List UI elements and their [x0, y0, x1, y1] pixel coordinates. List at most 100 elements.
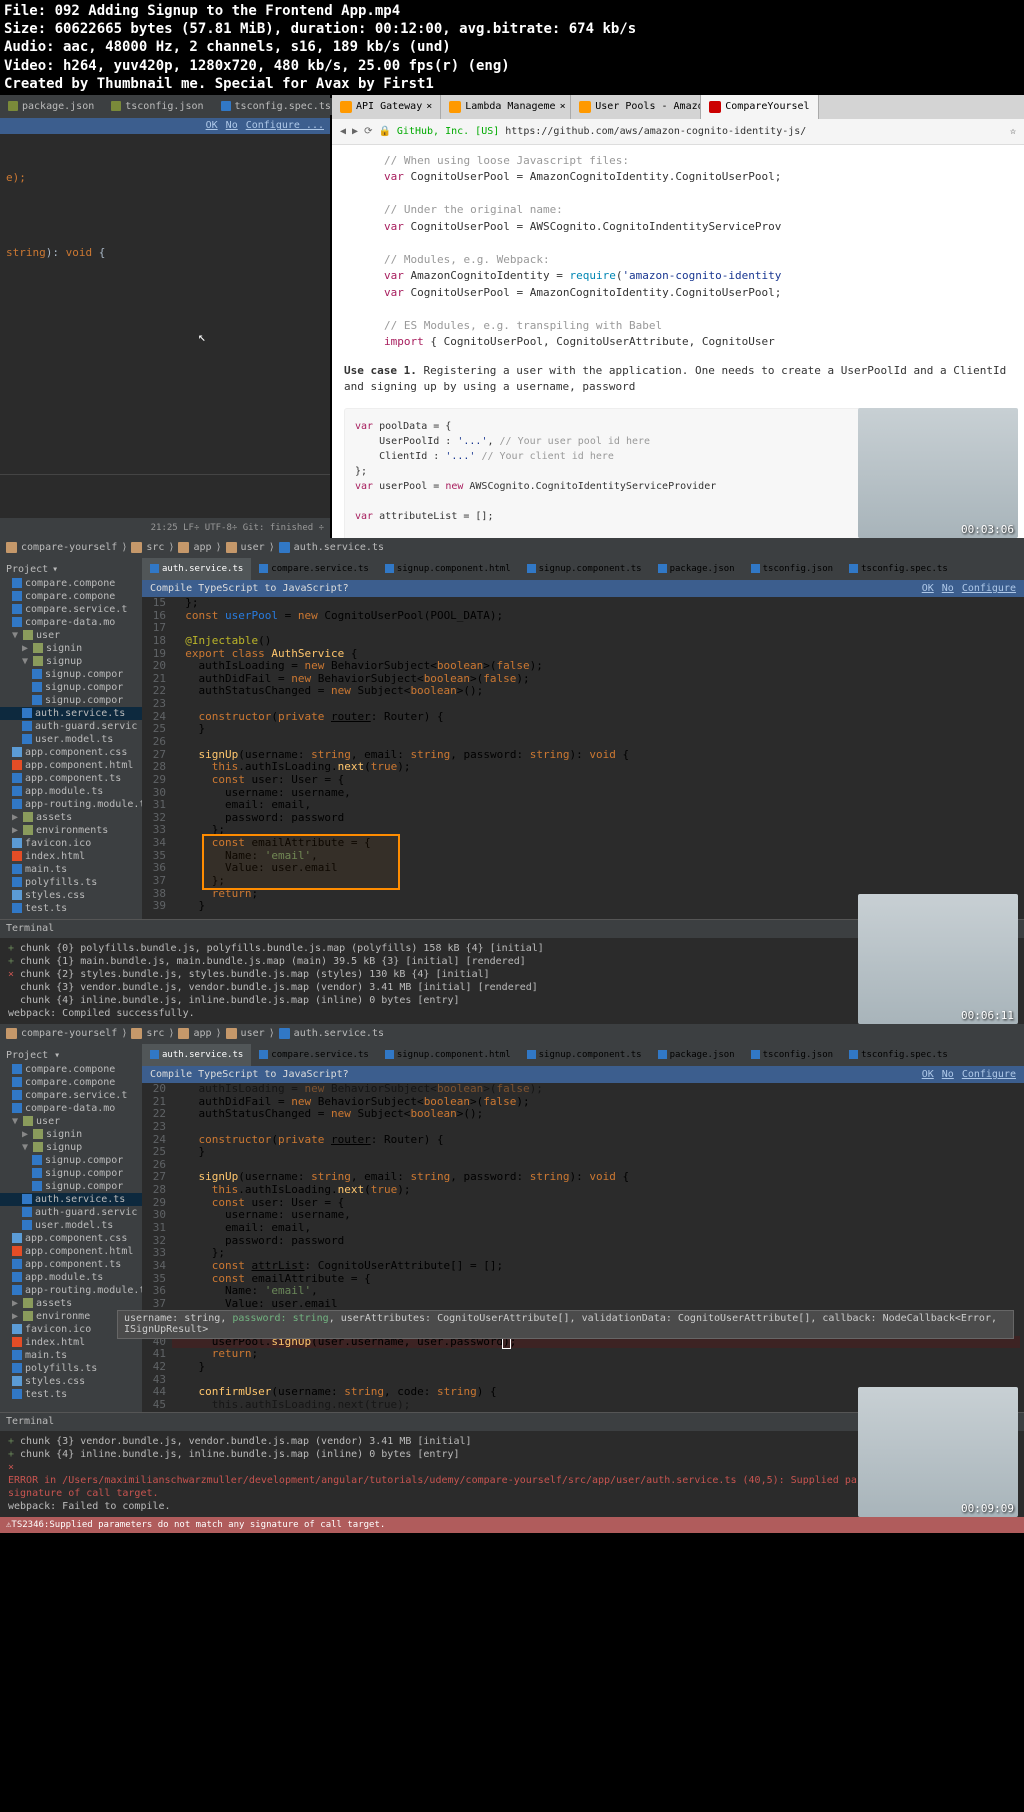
close-icon[interactable]: ×: [8, 968, 14, 981]
sidebar-item[interactable]: ▼signup: [0, 655, 142, 668]
sidebar-item[interactable]: main.ts: [0, 1349, 142, 1362]
editor-tab[interactable]: auth.service.ts: [142, 558, 251, 580]
sidebar-item[interactable]: polyfills.ts: [0, 1362, 142, 1375]
sidebar-item[interactable]: signup.compor: [0, 1167, 142, 1180]
file-creator: Created by Thumbnail me. Special for Ava…: [4, 75, 1020, 93]
prompt-no[interactable]: No: [226, 120, 238, 131]
sidebar-item[interactable]: polyfills.ts: [0, 876, 142, 889]
sidebar-item[interactable]: auth.service.ts: [0, 1193, 142, 1206]
tab-tsconfig-json[interactable]: tsconfig.json: [103, 98, 211, 115]
sidebar-item[interactable]: app.component.css: [0, 1232, 142, 1245]
sidebar-item[interactable]: app.component.html: [0, 759, 142, 772]
sidebar-item[interactable]: app-routing.module.t: [0, 798, 142, 811]
compile-prompt-bar: OK No Configure ...: [0, 118, 330, 134]
prompt-no[interactable]: No: [942, 1069, 954, 1080]
sidebar-item[interactable]: favicon.ico: [0, 837, 142, 850]
sidebar-item[interactable]: signup.compor: [0, 668, 142, 681]
sidebar-item[interactable]: compare.service.t: [0, 1089, 142, 1102]
code-fragment: e);: [6, 170, 324, 185]
sidebar-item[interactable]: signup.compor: [0, 1180, 142, 1193]
sidebar-item[interactable]: compare.compone: [0, 577, 142, 590]
project-sidebar[interactable]: Project ▾ compare.componecompare.compone…: [0, 558, 142, 919]
plus-icon[interactable]: +: [8, 942, 14, 955]
sidebar-item[interactable]: compare.compone: [0, 1063, 142, 1076]
editor-tabs: auth.service.tscompare.service.tssignup.…: [142, 558, 1024, 580]
url-field[interactable]: https://github.com/aws/amazon-cognito-id…: [505, 126, 1004, 137]
reload-icon[interactable]: ⟳: [364, 126, 372, 137]
sidebar-item[interactable]: user.model.ts: [0, 733, 142, 746]
sidebar-item[interactable]: app.module.ts: [0, 1271, 142, 1284]
sidebar-item[interactable]: ▶assets: [0, 1297, 142, 1310]
browser-tab[interactable]: API Gateway×: [332, 95, 441, 119]
editor-tab[interactable]: auth.service.ts: [142, 1044, 251, 1066]
sidebar-item[interactable]: signup.compor: [0, 1154, 142, 1167]
prompt-no[interactable]: No: [942, 583, 954, 594]
sidebar-item[interactable]: app.component.html: [0, 1245, 142, 1258]
sidebar-item[interactable]: ▼signup: [0, 1141, 142, 1154]
sidebar-item[interactable]: index.html: [0, 850, 142, 863]
tab-package-json[interactable]: package.json: [0, 98, 102, 115]
sidebar-item[interactable]: compare.service.t: [0, 603, 142, 616]
editor-tab[interactable]: tsconfig.json: [743, 1044, 841, 1066]
project-header[interactable]: Project ▾: [0, 562, 142, 577]
back-icon[interactable]: ◀: [340, 126, 346, 137]
sidebar-item[interactable]: compare-data.mo: [0, 1102, 142, 1115]
code-editor[interactable]: 20 21 22 23 24 25 26 27 28 29 30 31 32 3…: [142, 1083, 1024, 1412]
editor-tab[interactable]: tsconfig.spec.ts: [841, 1044, 956, 1066]
editor-tab[interactable]: tsconfig.spec.ts: [841, 558, 956, 580]
prompt-ok[interactable]: OK: [922, 583, 934, 594]
editor-tab[interactable]: signup.component.html: [377, 558, 519, 580]
project-header[interactable]: Project ▾: [0, 1048, 142, 1063]
sidebar-item[interactable]: test.ts: [0, 1388, 142, 1401]
prompt-configure[interactable]: Configure ...: [246, 120, 324, 131]
sidebar-item[interactable]: app.component.css: [0, 746, 142, 759]
sidebar-item[interactable]: main.ts: [0, 863, 142, 876]
sidebar-item[interactable]: app.component.ts: [0, 772, 142, 785]
sidebar-item[interactable]: ▶environments: [0, 824, 142, 837]
highlight-box: [202, 834, 400, 890]
browser-tab[interactable]: User Pools - Amazo×: [571, 95, 701, 119]
editor-tab[interactable]: package.json: [650, 558, 743, 580]
editor-tab[interactable]: compare.service.ts: [251, 558, 377, 580]
editor-tab[interactable]: compare.service.ts: [251, 1044, 377, 1066]
sidebar-item[interactable]: signup.compor: [0, 694, 142, 707]
code-editor[interactable]: 15 16 17 18 19 20 21 22 23 24 25 26 27 2…: [142, 597, 1024, 913]
sidebar-item[interactable]: signup.compor: [0, 681, 142, 694]
project-sidebar[interactable]: Project ▾ compare.componecompare.compone…: [0, 1044, 142, 1412]
sidebar-item[interactable]: app.module.ts: [0, 785, 142, 798]
sidebar-item[interactable]: ▶assets: [0, 811, 142, 824]
sidebar-item[interactable]: ▶signin: [0, 1128, 142, 1141]
sidebar-item[interactable]: compare-data.mo: [0, 616, 142, 629]
sidebar-item[interactable]: user.model.ts: [0, 1219, 142, 1232]
sidebar-item[interactable]: app-routing.module.t: [0, 1284, 142, 1297]
forward-icon[interactable]: ▶: [352, 126, 358, 137]
editor-tab[interactable]: signup.component.html: [377, 1044, 519, 1066]
sidebar-item[interactable]: test.ts: [0, 902, 142, 915]
prompt-ok[interactable]: OK: [206, 120, 218, 131]
browser-tab[interactable]: Lambda Manageme×: [441, 95, 571, 119]
sidebar-item[interactable]: ▼user: [0, 1115, 142, 1128]
editor-tab[interactable]: signup.component.ts: [519, 558, 650, 580]
prompt-ok[interactable]: OK: [922, 1069, 934, 1080]
star-icon[interactable]: ☆: [1010, 126, 1016, 137]
sidebar-item[interactable]: styles.css: [0, 1375, 142, 1388]
editor-tab[interactable]: signup.component.ts: [519, 1044, 650, 1066]
browser-tab-active[interactable]: CompareYoursel: [701, 95, 818, 119]
sidebar-item[interactable]: app.component.ts: [0, 1258, 142, 1271]
prompt-configure[interactable]: Configure: [962, 583, 1016, 594]
sidebar-item[interactable]: auth-guard.servic: [0, 720, 142, 733]
sidebar-item[interactable]: auth.service.ts: [0, 707, 142, 720]
sidebar-item[interactable]: auth-guard.servic: [0, 1206, 142, 1219]
prompt-configure[interactable]: Configure: [962, 1069, 1016, 1080]
ide-middle: compare-yourself ⟩ src ⟩ app ⟩ user ⟩ au…: [0, 538, 1024, 1024]
sidebar-item[interactable]: compare.compone: [0, 590, 142, 603]
sidebar-item[interactable]: ▶signin: [0, 642, 142, 655]
tab-tsconfig-spec[interactable]: tsconfig.spec.ts: [213, 98, 339, 115]
editor-tab[interactable]: package.json: [650, 1044, 743, 1066]
editor-tab[interactable]: tsconfig.json: [743, 558, 841, 580]
file-name: File: 092 Adding Signup to the Frontend …: [4, 2, 1020, 20]
sidebar-item[interactable]: ▼user: [0, 629, 142, 642]
sidebar-item[interactable]: styles.css: [0, 889, 142, 902]
sidebar-item[interactable]: compare.compone: [0, 1076, 142, 1089]
code-editor[interactable]: e); string): void { ↖: [0, 134, 330, 474]
